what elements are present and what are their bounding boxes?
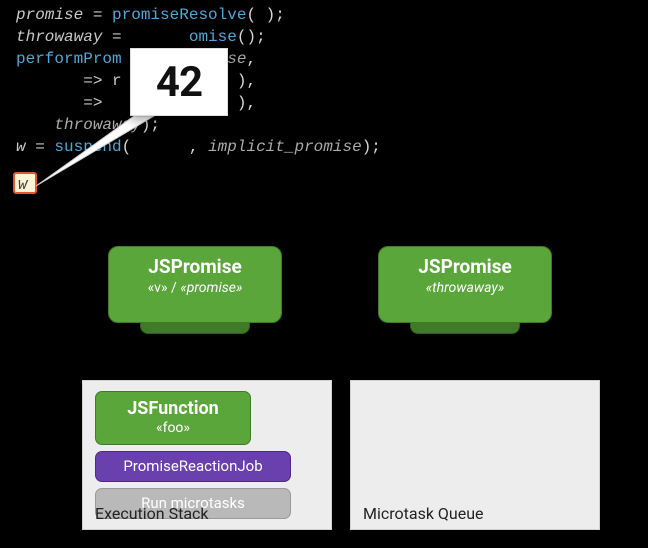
jspromise-title: JSPromise bbox=[389, 255, 541, 278]
jspromise-head: JSPromise «throwaway» bbox=[378, 246, 552, 323]
stack-item-label: PromiseReactionJob bbox=[123, 457, 262, 475]
jspromise-title: JSPromise bbox=[119, 255, 271, 278]
jspromise-head: JSPromise «v» / «promise» bbox=[108, 246, 282, 323]
microtask-queue-panel: Microtask Queue bbox=[350, 380, 600, 530]
value-callout-text: 42 bbox=[156, 58, 202, 107]
jspromise-card-throwaway: JSPromise «throwaway» Fulfilled «42» bbox=[378, 246, 552, 334]
execution-stack-panel: JSFunction «foo» PromiseReactionJob Run … bbox=[82, 380, 332, 530]
stack-item-promisereactionjob: PromiseReactionJob bbox=[95, 451, 291, 482]
value-callout: 42 bbox=[130, 48, 228, 116]
microtask-queue-caption: Microtask Queue bbox=[363, 504, 484, 523]
jspromise-subtitle: «v» / «promise» bbox=[119, 280, 271, 296]
jspromise-card-v: JSPromise «v» / «promise» Fulfilled «42» bbox=[108, 246, 282, 334]
stack-item-jsfunction: JSFunction «foo» bbox=[95, 391, 251, 445]
execution-stack-caption: Execution Stack bbox=[95, 504, 209, 523]
stack-item-subtitle: «foo» bbox=[96, 420, 250, 436]
stack-item-title: JSFunction bbox=[96, 398, 250, 419]
variable-highlight-w-text: w bbox=[18, 174, 28, 193]
jspromise-subtitle: «throwaway» bbox=[389, 280, 541, 296]
